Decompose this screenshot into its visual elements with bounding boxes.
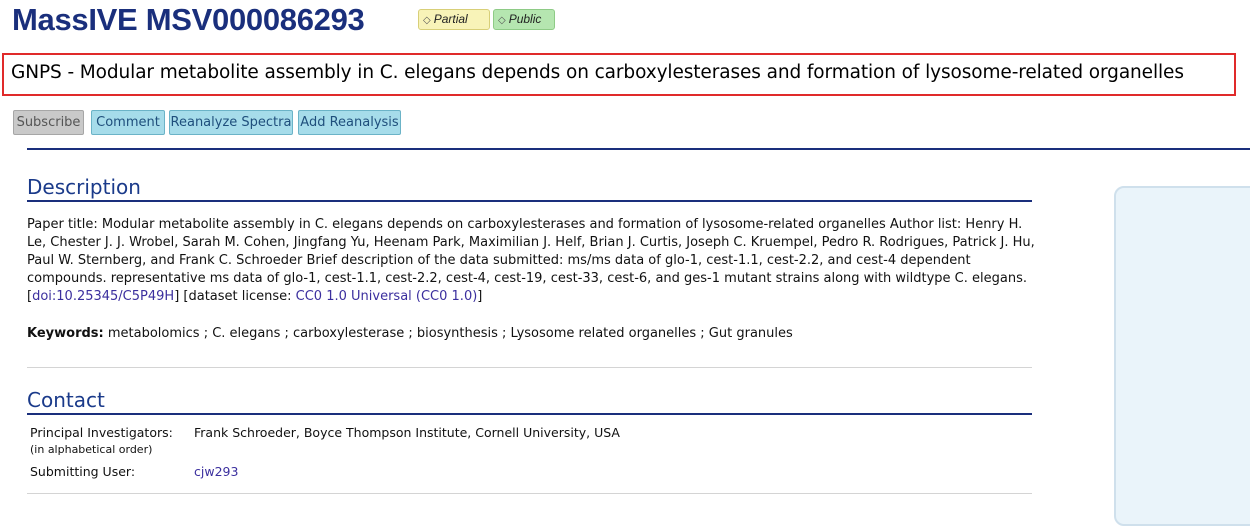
pi-label: Principal Investigators: <box>30 425 173 440</box>
pi-sublabel: (in alphabetical order) <box>30 443 153 456</box>
status-badge-public: ◇ Public <box>493 9 555 30</box>
comment-button[interactable]: Comment <box>91 110 165 135</box>
license-link[interactable]: CC0 1.0 Universal (CC0 1.0) <box>296 289 478 304</box>
tag-icon: ◇ <box>498 15 506 26</box>
section-separator <box>27 493 1032 494</box>
tag-icon: ◇ <box>423 15 431 26</box>
reanalyze-spectra-button[interactable]: Reanalyze Spectra <box>169 110 293 135</box>
subscribe-button[interactable]: Subscribe <box>13 110 84 135</box>
keywords-label: Keywords: <box>27 326 104 341</box>
add-reanalysis-button[interactable]: Add Reanalysis <box>298 110 401 135</box>
page-title: MassIVE MSV000086293 <box>12 2 365 37</box>
description-body: Paper title: Modular metabolite assembly… <box>27 216 1037 306</box>
side-panel <box>1114 186 1250 526</box>
description-divider <box>27 200 1032 202</box>
pi-value: Frank Schroeder, Boyce Thompson Institut… <box>194 425 620 440</box>
license-prefix: ] [dataset license: <box>174 289 296 304</box>
dataset-title: GNPS - Modular metabolite assembly in C.… <box>11 62 1184 83</box>
badge-label: Partial <box>433 12 468 26</box>
contact-heading: Contact <box>27 388 105 412</box>
description-heading: Description <box>27 175 141 199</box>
license-close: ] <box>477 289 483 304</box>
contact-divider <box>27 413 1032 415</box>
submitting-user-label: Submitting User: <box>30 464 136 479</box>
header-divider <box>27 148 1250 150</box>
status-badge-partial: ◇ Partial <box>418 9 490 30</box>
keywords-value: metabolomics ; C. elegans ; carboxyleste… <box>103 326 793 341</box>
keywords: Keywords: metabolomics ; C. elegans ; ca… <box>27 325 1037 343</box>
section-separator <box>27 367 1032 368</box>
badge-label: Public <box>508 12 542 26</box>
description-text: Paper title: Modular metabolite assembly… <box>27 217 1035 286</box>
doi-link[interactable]: doi:10.25345/C5P49H <box>32 289 174 304</box>
submitting-user-link[interactable]: cjw293 <box>194 464 238 479</box>
